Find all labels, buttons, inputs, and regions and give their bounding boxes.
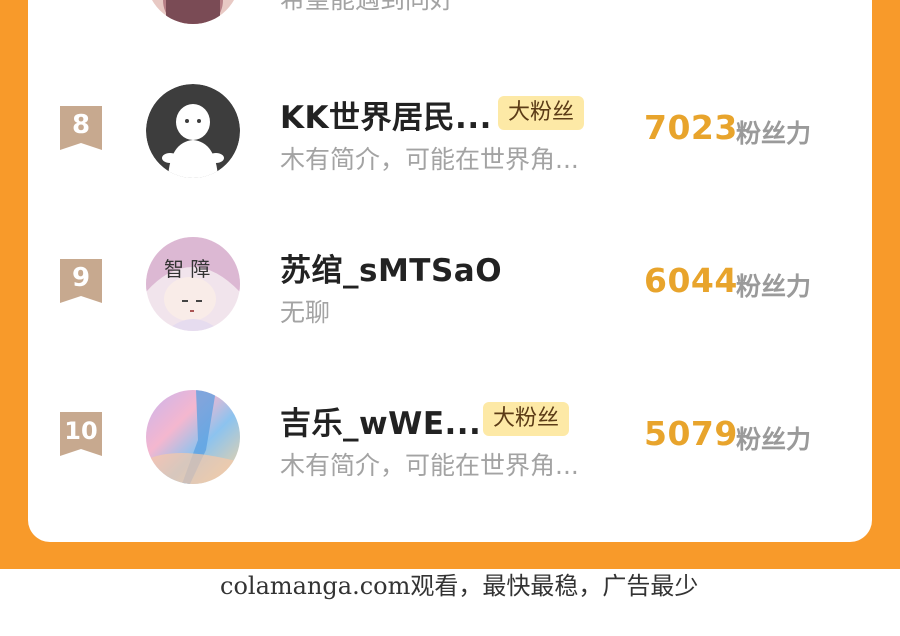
user-avatar[interactable] [146, 0, 240, 24]
sky-painting-avatar-icon[interactable] [146, 390, 240, 484]
user-name[interactable]: 苏绾_sMTSaO [280, 245, 502, 290]
leaderboard-card: 希望能遇到同好 8 KK世界居民... 大粉丝 木有简介，可能在世界角... 7… [28, 0, 872, 542]
default-avatar-icon[interactable] [146, 84, 240, 178]
list-item[interactable]: 9 智 障 苏绾_sMTSaO 无聊 6044 粉丝力 [28, 237, 872, 357]
fan-power-label: 粉丝力 [736, 425, 812, 454]
user-name[interactable]: KK世界居民... [280, 92, 492, 137]
list-item[interactable]: 8 KK世界居民... 大粉丝 木有简介，可能在世界角... 7023 粉丝力 [28, 84, 872, 204]
user-bio: 希望能遇到同好 [280, 0, 455, 16]
avatar-caption: 智 障 [164, 257, 211, 281]
fan-power-label: 粉丝力 [736, 119, 812, 148]
fan-power-score: 7023 [644, 108, 738, 147]
user-bio: 木有简介，可能在世界角... [280, 145, 579, 174]
user-bio: 木有简介，可能在世界角... [280, 451, 579, 480]
user-bio: 无聊 [280, 298, 331, 327]
fan-level-badge: 大粉丝 [498, 96, 585, 130]
rank-badge: 10 [60, 412, 102, 456]
fan-level-badge: 大粉丝 [483, 402, 570, 436]
fan-power-score: 6044 [644, 261, 738, 300]
user-name[interactable]: 吉乐_wWE... [280, 398, 481, 443]
fan-power-label: 粉丝力 [736, 272, 812, 301]
fan-power-score: 5079 [644, 414, 738, 453]
leaderboard-frame: 希望能遇到同好 8 KK世界居民... 大粉丝 木有简介，可能在世界角... 7… [0, 0, 900, 569]
anime-girl-avatar-icon[interactable]: 智 障 [146, 237, 240, 331]
rank-badge: 9 [60, 259, 102, 303]
site-watermark: colamanga.com观看，最快最稳，广告最少 [220, 572, 699, 600]
list-item[interactable]: 10 吉乐_wWE... 大粉丝 木有简介，可能在世界角... 5079 粉丝力 [28, 390, 872, 510]
rank-badge: 8 [60, 106, 102, 150]
